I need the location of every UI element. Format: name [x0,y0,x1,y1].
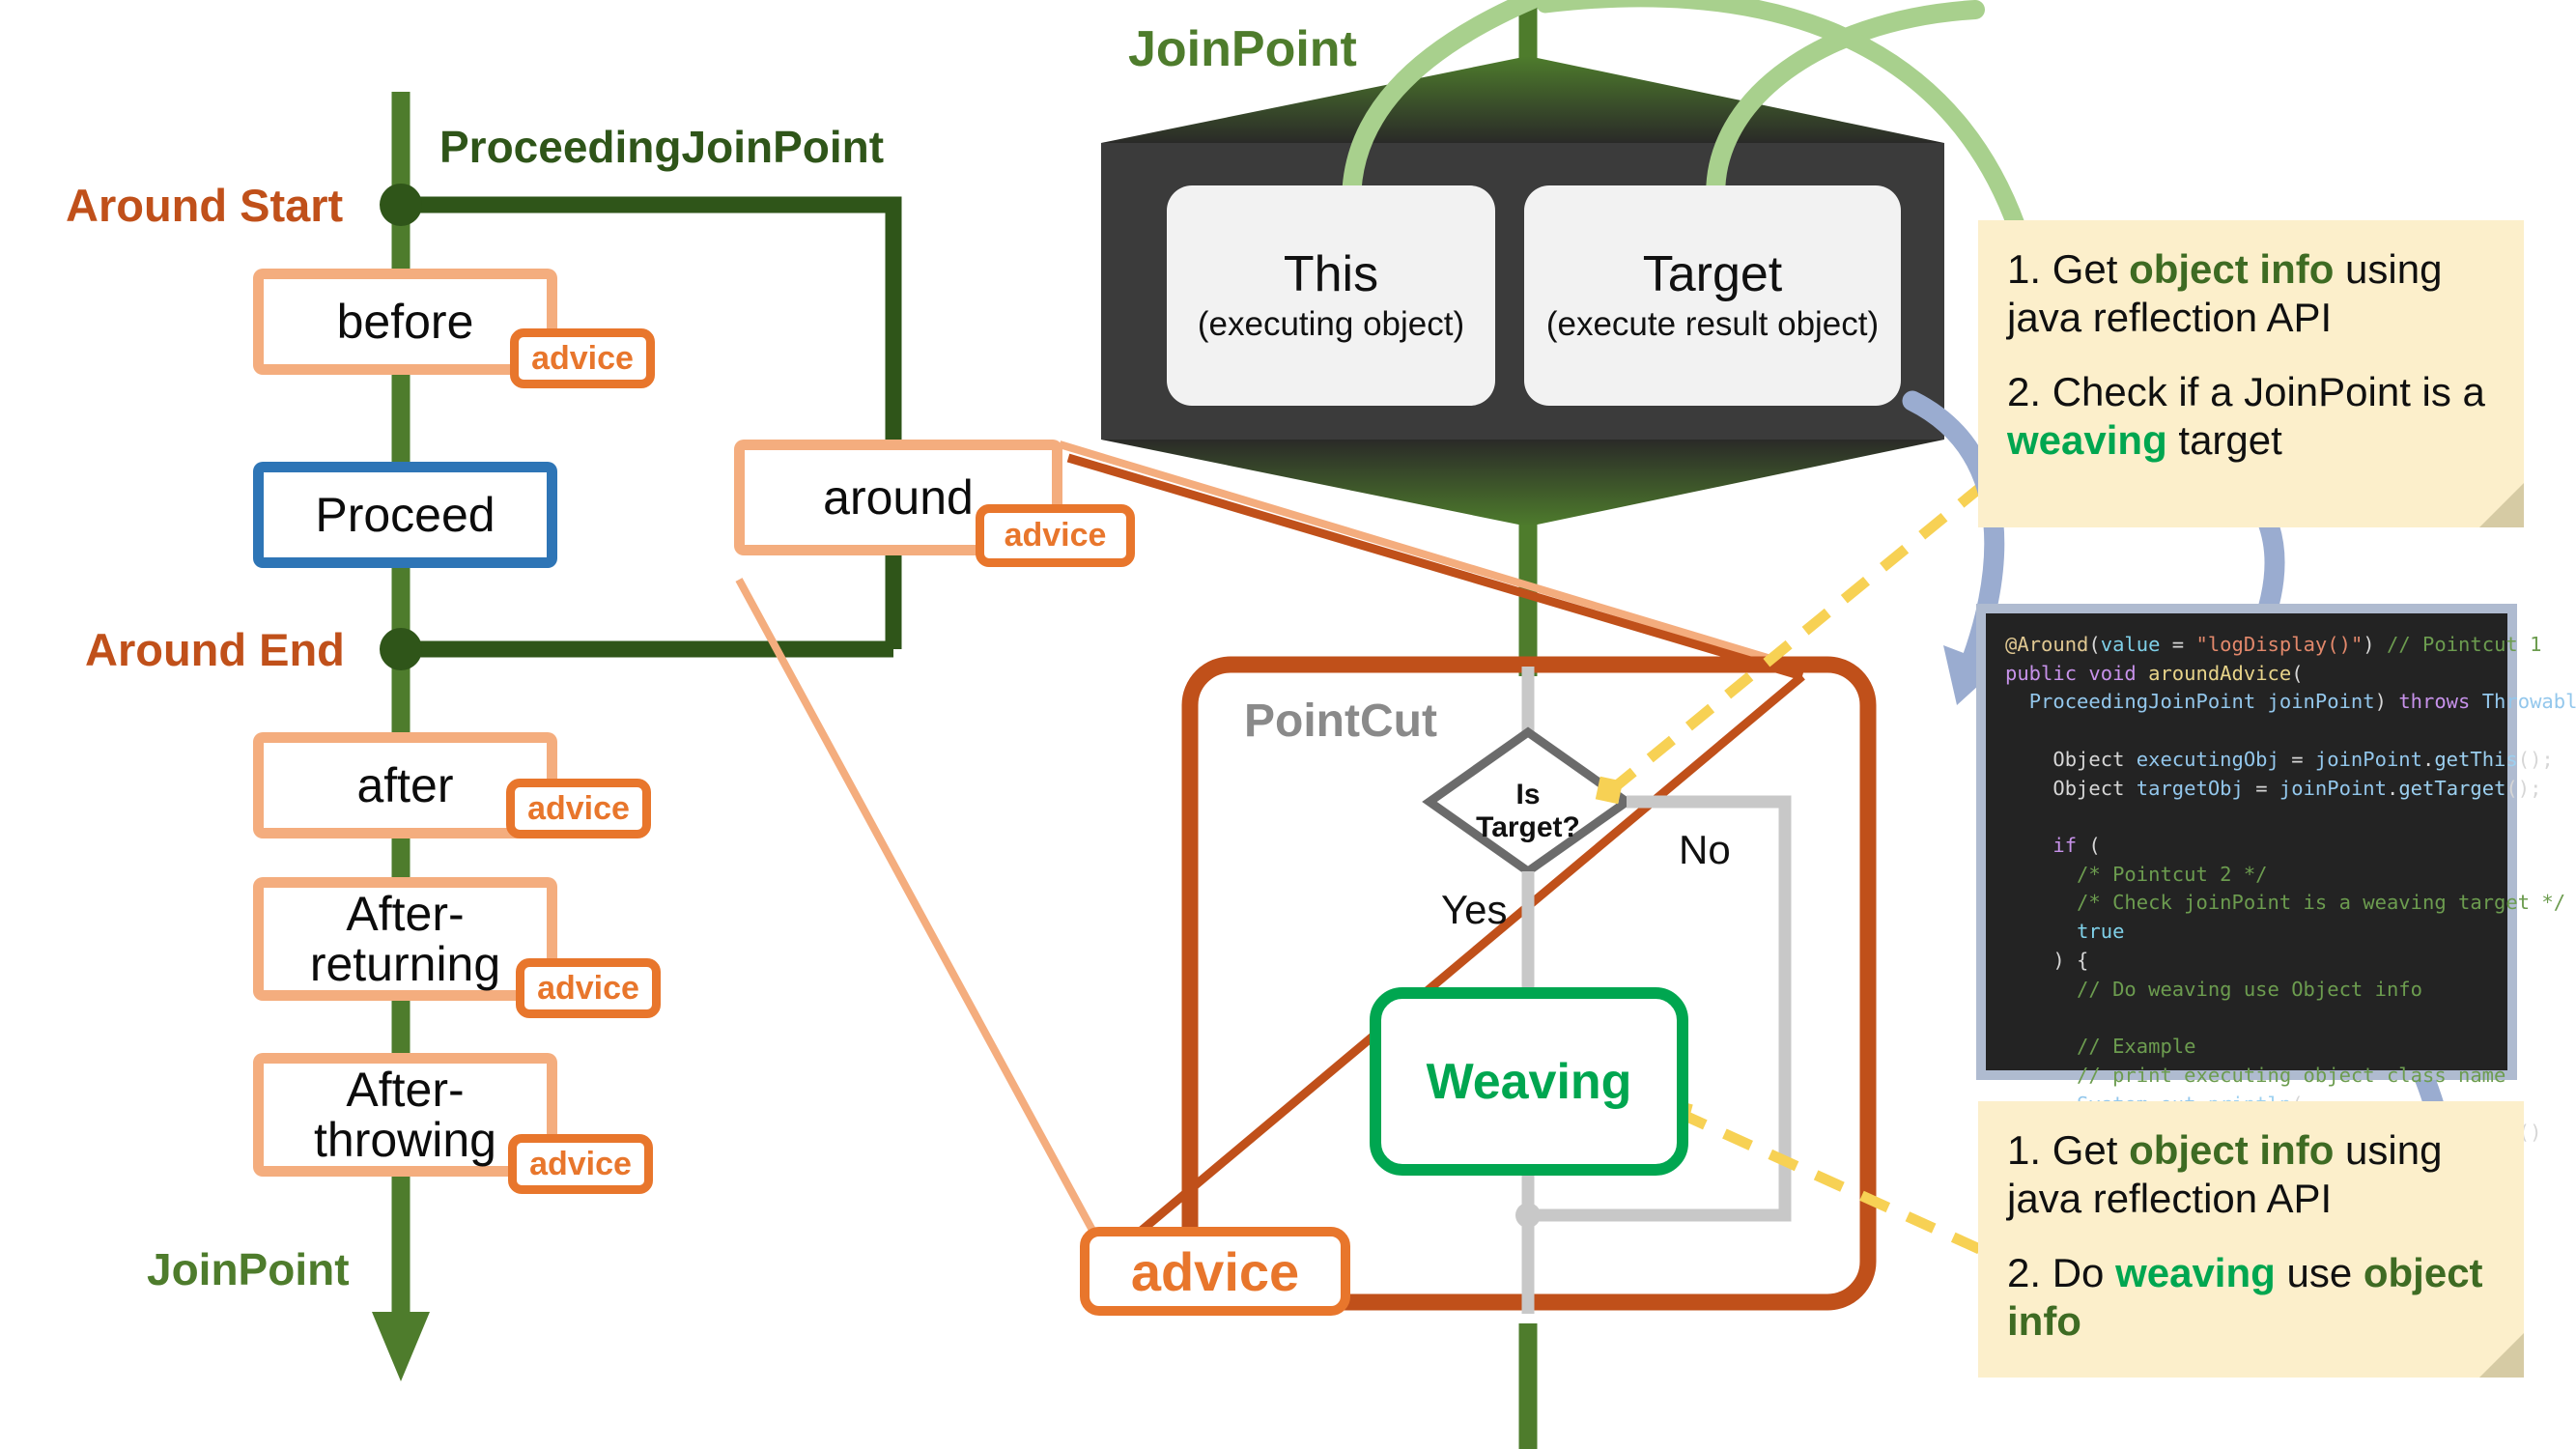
decision-line-2: Target? [1476,810,1580,843]
advice-tag-after-returning[interactable]: advice [516,958,661,1018]
advice-tag-before[interactable]: advice [510,328,655,388]
pointcut-label: PointCut [1244,696,1437,747]
advice-tag-label: advice [529,1145,632,1182]
note-line-1: 1. Get object info using java reflection… [2007,1126,2495,1222]
object-subtitle: (execute result object) [1545,305,1880,344]
note-highlight: object info [2129,1127,2335,1173]
weaving-label: Weaving [1426,1053,1632,1110]
advice-tag-label: advice [537,969,639,1007]
sticky-note-bottom: 1. Get object info using java reflection… [1978,1101,2524,1378]
advice-tag-pointcut[interactable]: advice [1080,1227,1350,1316]
note-text: 1. Get [2007,1127,2130,1173]
around-end-label: Around End [85,624,345,675]
step-label: after [356,757,454,812]
dashed-connector-top [1595,478,1990,805]
proceeding-joinpoint-bracket [380,184,902,670]
branch-label-no: No [1679,827,1731,872]
advice-tag-label: advice [1130,1240,1300,1302]
note-highlight: weaving [2007,416,2167,463]
joinpoint-label-top: JoinPoint [1128,21,1357,77]
branch-label-yes: Yes [1441,887,1508,932]
advice-tag-after[interactable]: advice [506,779,651,838]
note-text: use [2275,1250,2364,1296]
note-fold-corner [2479,483,2524,527]
step-box-after-returning[interactable]: After-returning [253,877,557,1001]
advice-tag-label: advice [1004,517,1107,554]
step-box-proceed[interactable]: Proceed [253,462,557,568]
note-text: 2. Check if a JoinPoint is a [2007,369,2485,415]
code-content: @Around(value = "logDisplay()") // Point… [1986,613,2576,1230]
sticky-note-top: 1. Get object info using java reflection… [1978,220,2524,527]
weaving-box[interactable]: Weaving [1370,987,1688,1176]
note-line-1: 1. Get object info using java reflection… [2007,245,2495,341]
note-text: target [2166,416,2282,463]
step-label: After-returning [309,886,501,991]
step-label: After-throwing [314,1062,496,1167]
advice-tag-around[interactable]: advice [976,504,1135,567]
note-line-2: 2. Check if a JoinPoint is a weaving tar… [2007,368,2495,464]
step-label: around [823,469,974,525]
advice-tag-label: advice [531,339,634,377]
decision-label: Is Target? [1460,779,1596,843]
object-name: This [1283,246,1379,303]
note-text: 2. Do [2007,1250,2116,1296]
around-start-label: Around Start [66,180,344,231]
code-panel[interactable]: @Around(value = "logDisplay()") // Point… [1976,604,2576,1230]
note-text: 1. Get [2007,246,2130,292]
diagram-canvas: ProceedingJoinPoint Around Start Around … [0,0,2576,1449]
object-box-target[interactable]: Target (execute result object) [1524,185,1901,406]
object-subtitle: (executing object) [1197,305,1465,344]
step-label: Proceed [315,487,495,542]
advice-tag-label: advice [527,789,630,827]
note-fold-corner [2479,1333,2524,1378]
decision-line-1: Is [1515,779,1541,810]
object-box-this[interactable]: This (executing object) [1167,185,1495,406]
joinpoint-label-left: JoinPoint [147,1244,350,1294]
dashed-connector-bottom [1664,1098,1989,1258]
step-label: before [336,294,474,349]
note-highlight: weaving [2115,1250,2276,1296]
object-name: Target [1642,246,1783,303]
note-highlight: object info [2129,246,2335,292]
proceeding-joinpoint-label: ProceedingJoinPoint [439,122,885,172]
advice-tag-after-throwing[interactable]: advice [508,1134,653,1194]
note-line-2: 2. Do weaving use object info [2007,1249,2495,1345]
